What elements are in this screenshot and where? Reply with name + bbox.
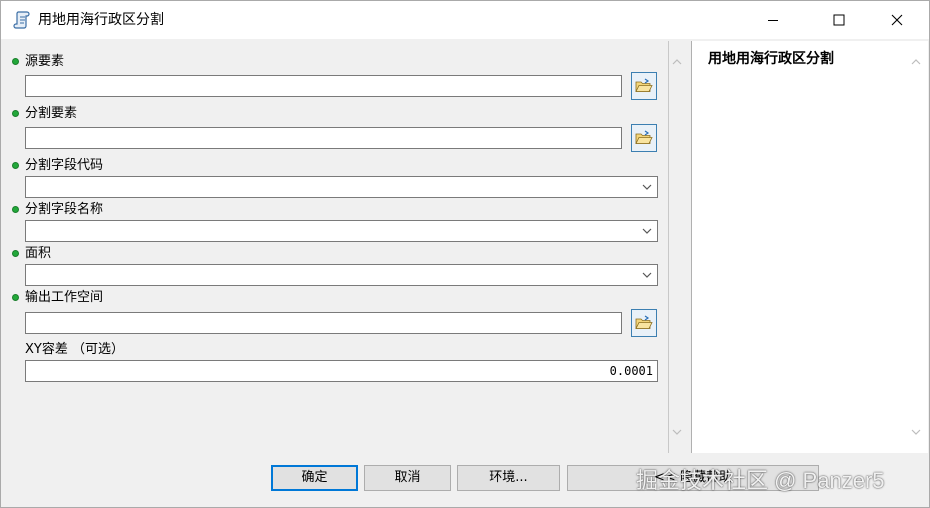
area-label: 面积 [25,246,52,261]
script-tool-icon [13,11,30,29]
split-field-name-label: 分割字段名称 [25,202,104,217]
environments-button[interactable]: 环境... [457,465,560,491]
split-field-code-dropdown[interactable] [25,176,658,198]
cancel-button[interactable]: 取消 [364,465,451,491]
scroll-up-icon[interactable] [910,57,922,67]
help-panel: 用地用海行政区分割 [691,41,928,453]
chevron-down-icon [642,228,652,234]
scroll-up-icon[interactable] [671,57,683,67]
output-workspace-browse-button[interactable] [631,309,657,337]
split-features-input[interactable] [25,127,622,149]
window-title: 用地用海行政区分割 [38,12,164,28]
close-icon [891,14,903,26]
split-features-label: 分割要素 [25,106,78,121]
split-field-code-label: 分割字段代码 [25,158,104,173]
chevron-down-icon [642,184,652,190]
help-title: 用地用海行政区分割 [708,51,834,67]
required-dot-icon [12,294,19,301]
watermark: 掘金技术社区 @ Panzer5 [636,468,885,493]
parameters-panel: 源要素 分割要素 分割字段代码 分割字段名称 面积 输出工作空间 XY容差 （可… [4,41,682,453]
xy-tolerance-label: XY容差 （可选） [25,342,124,357]
output-workspace-label: 输出工作空间 [25,290,104,305]
scroll-down-icon[interactable] [910,427,922,437]
split-field-name-dropdown[interactable] [25,220,658,242]
maximize-button[interactable] [816,1,862,39]
output-workspace-input[interactable] [25,312,622,334]
open-folder-icon [635,315,653,329]
minimize-icon [768,20,778,21]
required-dot-icon [12,206,19,213]
open-folder-icon [635,130,653,144]
required-dot-icon [12,110,19,117]
source-features-input[interactable] [25,75,622,97]
open-folder-icon [635,78,653,92]
xy-tolerance-input[interactable]: 0.0001 [25,360,658,382]
minimize-button[interactable] [750,1,796,39]
scroll-down-icon[interactable] [671,427,683,437]
ok-button[interactable]: 确定 [271,465,358,491]
required-dot-icon [12,250,19,257]
required-dot-icon [12,58,19,65]
split-features-browse-button[interactable] [631,124,657,152]
tool-dialog: 用地用海行政区分割 源要素 分割要素 分割字段代码 分割字段名称 面积 输出工作… [0,0,930,508]
source-features-browse-button[interactable] [631,72,657,100]
source-features-label: 源要素 [25,54,65,69]
close-button[interactable] [874,1,920,39]
maximize-icon [833,14,845,26]
area-dropdown[interactable] [25,264,658,286]
chevron-down-icon [642,272,652,278]
title-bar: 用地用海行政区分割 [1,1,929,39]
required-dot-icon [12,162,19,169]
